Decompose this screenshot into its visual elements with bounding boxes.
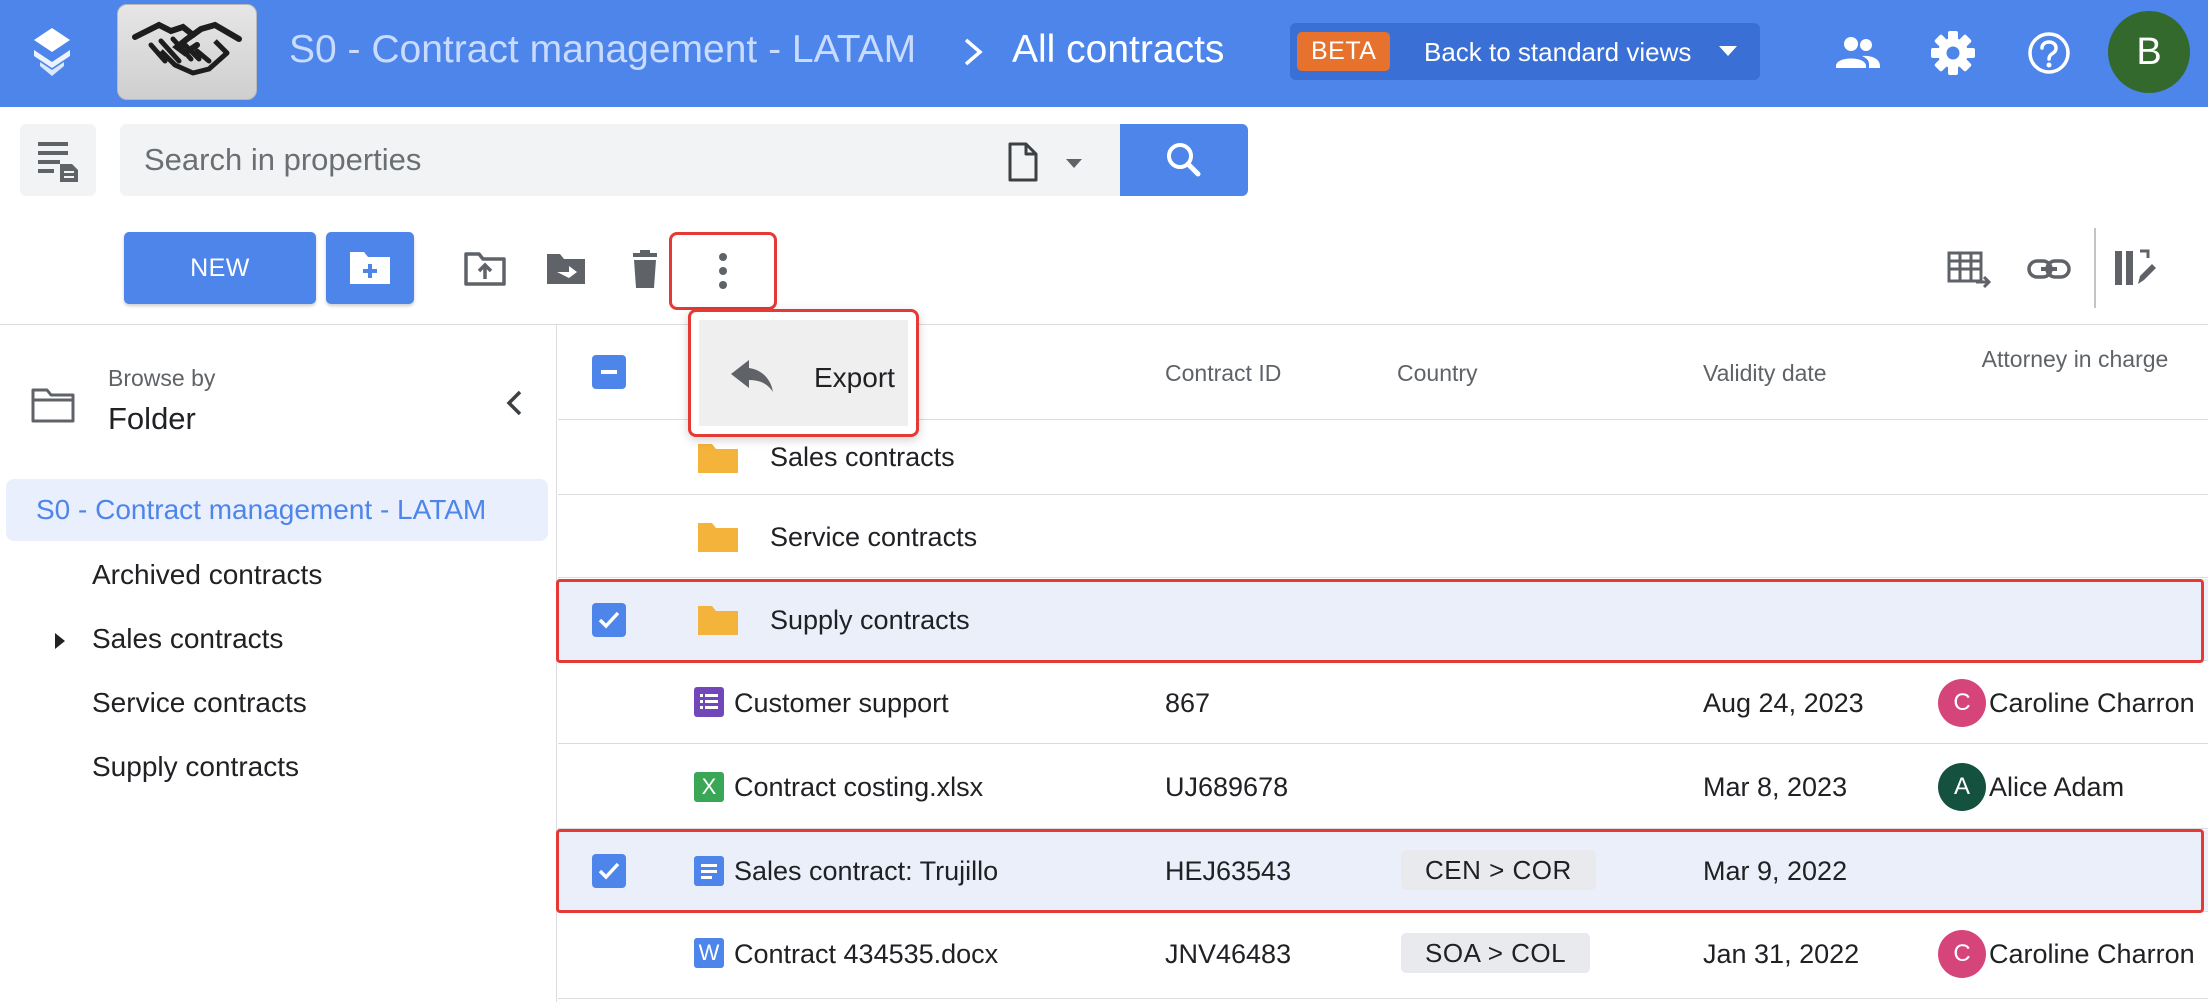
row-name[interactable]: Customer support <box>734 688 949 719</box>
row-contract-id: JNV46483 <box>1165 939 1292 969</box>
word-document-icon: W <box>694 938 724 968</box>
folder-icon <box>698 444 738 473</box>
table-row[interactable]: W Contract 434535.docx JNV46483 SOA > CO… <box>558 913 2208 999</box>
column-header-validity-date[interactable]: Validity date <box>1703 360 1827 387</box>
move-to-folder-icon[interactable] <box>543 246 589 292</box>
folder-outline-icon <box>31 388 75 423</box>
row-validity-date: Aug 24, 2023 <box>1703 688 1864 718</box>
new-folder-button[interactable] <box>326 232 414 304</box>
table-export-icon[interactable] <box>1946 246 1992 292</box>
column-header-country[interactable]: Country <box>1397 360 1478 387</box>
upload-to-folder-icon[interactable] <box>462 246 508 292</box>
attorney-avatar: C <box>1938 679 1986 727</box>
folder-icon <box>698 606 738 635</box>
tree-item-service-contracts[interactable]: Service contracts <box>92 687 307 719</box>
document-icon <box>694 856 724 886</box>
export-menu-item[interactable]: Export <box>699 320 908 426</box>
tree-item-root[interactable]: S0 - Contract management - LATAM <box>6 479 548 541</box>
document-type-filter-button[interactable] <box>1000 140 1100 182</box>
table-row[interactable]: X Contract costing.xlsx UJ689678 Mar 8, … <box>558 745 2208 829</box>
back-to-standard-views-button[interactable]: BETA Back to standard views <box>1290 23 1760 80</box>
select-all-checkbox[interactable] <box>592 355 626 389</box>
tree-item-archived-contracts[interactable]: Archived contracts <box>92 559 322 591</box>
row-attorney: Caroline Charron <box>1989 939 2195 969</box>
row-name[interactable]: Contract costing.xlsx <box>734 772 983 803</box>
row-validity-date: Jan 31, 2022 <box>1703 939 1860 969</box>
caret-down-icon <box>1719 46 1737 56</box>
tree-item-supply-contracts[interactable]: Supply contracts <box>92 751 299 783</box>
more-actions-button[interactable] <box>669 232 777 310</box>
page-title: All contracts <box>1012 28 1225 71</box>
row-contract-id: UJ689678 <box>1165 772 1289 802</box>
country-chip: CEN > COR <box>1401 850 1596 890</box>
column-header-attorney[interactable]: Attorney in charge <box>1974 345 2176 373</box>
row-validity-date: Mar 9, 2022 <box>1703 856 1848 886</box>
reply-arrow-icon <box>731 360 773 392</box>
expand-arrow-icon[interactable] <box>54 632 66 650</box>
handshake-icon <box>132 21 242 76</box>
row-validity-date: Mar 8, 2023 <box>1703 772 1848 802</box>
create-folder-icon <box>350 252 390 284</box>
folder-icon <box>698 523 738 552</box>
trash-icon[interactable] <box>622 246 668 292</box>
document-view-toggle-button[interactable] <box>20 124 96 196</box>
folder-browser-panel: Browse by Folder S0 - Contract managemen… <box>0 325 557 1002</box>
country-chip: SOA > COL <box>1401 933 1591 973</box>
attorney-avatar: C <box>1938 930 1986 978</box>
attorney-avatar: A <box>1938 763 1986 811</box>
edit-columns-icon[interactable] <box>2112 246 2158 292</box>
row-name[interactable]: Supply contracts <box>770 605 970 636</box>
row-name[interactable]: Sales contract: Trujillo <box>734 856 998 887</box>
toolbar-divider <box>2094 228 2096 308</box>
row-checkbox[interactable] <box>592 854 626 888</box>
more-vertical-icon <box>719 253 727 289</box>
row-attorney: Caroline Charron <box>1989 688 2195 718</box>
table-row[interactable]: Supply contracts <box>558 579 2208 661</box>
breadcrumb-root[interactable]: S0 - Contract management - LATAM <box>289 28 916 72</box>
brand-logo[interactable] <box>117 4 257 100</box>
people-icon[interactable] <box>1832 28 1882 78</box>
row-attorney: Alice Adam <box>1989 772 2125 802</box>
help-icon[interactable] <box>2024 28 2074 78</box>
browse-by-label: Browse by <box>108 365 216 391</box>
column-header-contract-id[interactable]: Contract ID <box>1165 360 1281 387</box>
row-name[interactable]: Contract 434535.docx <box>734 939 998 970</box>
top-bar: S0 - Contract management - LATAM All con… <box>0 0 2208 107</box>
table-row[interactable]: Service contracts <box>558 496 2208 578</box>
new-button[interactable]: NEW <box>124 232 316 304</box>
link-icon[interactable] <box>2026 246 2072 292</box>
tree-item-sales-contracts[interactable]: Sales contracts <box>92 623 283 655</box>
chevron-right-icon <box>964 38 983 66</box>
chevron-left-icon[interactable] <box>502 387 526 419</box>
back-to-standard-views-label: Back to standard views <box>1424 37 1692 67</box>
user-avatar[interactable]: B <box>2108 11 2190 93</box>
check-icon <box>598 611 620 629</box>
search-button[interactable] <box>1120 124 1248 196</box>
row-contract-id: HEJ63543 <box>1165 856 1292 886</box>
browse-mode-selector[interactable]: Folder <box>108 401 196 437</box>
gear-icon[interactable] <box>1928 28 1978 78</box>
search-icon <box>1167 143 1201 177</box>
row-name[interactable]: Service contracts <box>770 522 977 553</box>
table-row[interactable]: Sales contract: Trujillo HEJ63543 CEN > … <box>558 830 2208 912</box>
spreadsheet-icon: X <box>694 772 724 802</box>
check-icon <box>598 862 620 880</box>
indeterminate-icon <box>601 370 617 374</box>
table-row[interactable]: Customer support 867 Aug 24, 2023 C Caro… <box>558 662 2208 744</box>
more-actions-menu: Export <box>688 309 919 437</box>
export-label: Export <box>814 362 895 393</box>
file-icon <box>1008 142 1082 182</box>
row-checkbox[interactable] <box>592 603 626 637</box>
row-name[interactable]: Sales contracts <box>770 442 955 473</box>
search-input[interactable] <box>144 124 994 196</box>
beta-badge: BETA <box>1297 32 1391 71</box>
document-list-icon <box>38 142 78 182</box>
form-icon <box>694 687 724 717</box>
search-bar <box>120 124 1120 196</box>
app-logo-icon[interactable] <box>30 26 74 78</box>
row-contract-id: 867 <box>1165 688 1211 718</box>
